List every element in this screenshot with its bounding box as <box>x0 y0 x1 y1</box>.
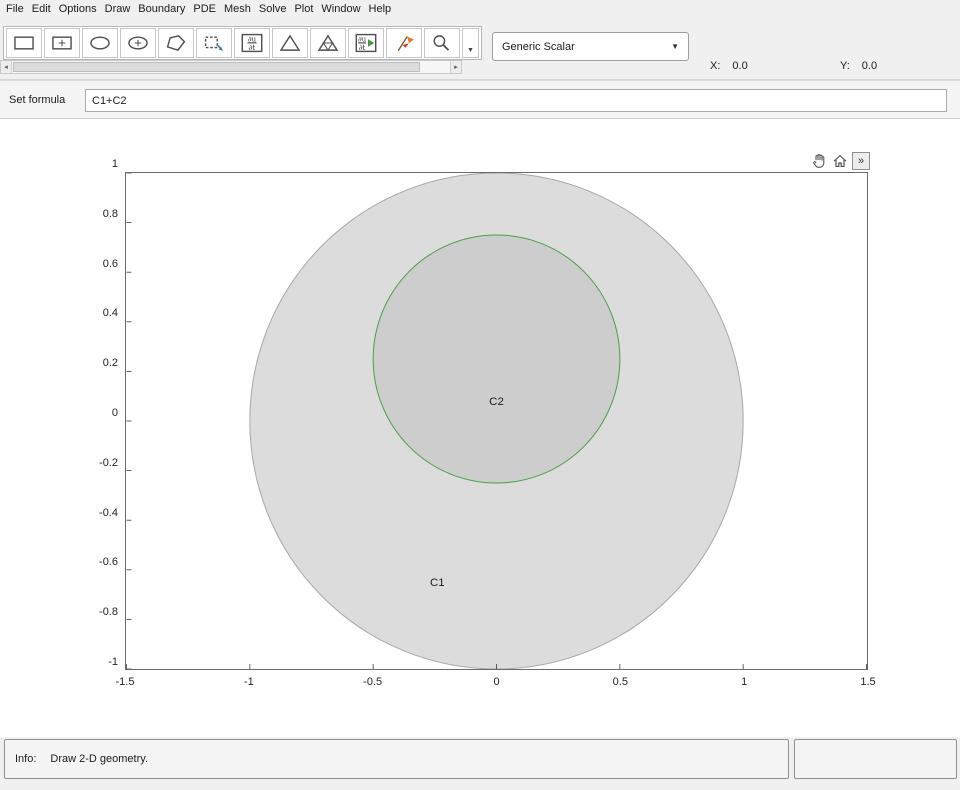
x-coordinate-readout: X: 0.0 <box>710 60 748 72</box>
y-tick-label: -0.4 <box>72 507 118 519</box>
y-coordinate-readout: Y: 0.0 <box>840 60 877 72</box>
draw-ellipse-tool-button[interactable] <box>82 28 118 58</box>
axes-toolbar: » <box>810 152 870 170</box>
scrollbar-left-arrow-icon[interactable]: ◂ <box>1 61 12 73</box>
menu-file[interactable]: File <box>2 0 28 19</box>
menu-solve[interactable]: Solve <box>255 0 291 19</box>
rectangle-icon <box>11 32 37 54</box>
menu-boundary[interactable]: Boundary <box>134 0 189 19</box>
toolbar-scrollbar[interactable]: ◂ ▸ <box>0 60 462 74</box>
toolbar: ∂u ∂t ∂u ∂t <box>0 19 960 80</box>
pde-mode-tool-button[interactable]: ∂u ∂t <box>234 28 270 58</box>
set-formula-input[interactable] <box>85 89 947 112</box>
y-tick-label: 0.8 <box>72 208 118 220</box>
expand-chevrons-icon: » <box>858 155 864 167</box>
y-axis-tick-labels: 10.80.60.40.20-0.2-0.4-0.6-0.8-1 <box>72 165 118 663</box>
mesh-triangle-icon <box>277 32 303 54</box>
boundary-mode-icon <box>201 32 227 54</box>
set-formula-label: Set formula <box>9 81 65 119</box>
menu-pde[interactable]: PDE <box>189 0 220 19</box>
magnifier-icon <box>429 32 455 54</box>
x-axis-tick-labels: -1.5-1-0.500.511.5 <box>125 676 868 690</box>
y-tick-label: -0.6 <box>72 556 118 568</box>
x-tick-label: 0 <box>493 676 499 688</box>
x-tick-label: 1.5 <box>860 676 875 688</box>
status-bar: Info: Draw 2-D geometry. <box>0 737 960 790</box>
y-tick-label: 0.6 <box>72 258 118 270</box>
y-tick-label: 0.2 <box>72 357 118 369</box>
ellipse-center-icon <box>125 32 151 54</box>
scrollbar-track[interactable] <box>12 61 450 73</box>
boundary-mode-tool-button[interactable] <box>196 28 232 58</box>
mesh-mode-tool-button[interactable] <box>272 28 308 58</box>
ellipse-icon <box>87 32 113 54</box>
y-tick-label: -1 <box>72 656 118 668</box>
plot-solution-icon <box>391 32 417 54</box>
draw-rectangle-center-tool-button[interactable] <box>44 28 80 58</box>
x-tick-label: 1 <box>741 676 747 688</box>
home-button[interactable] <box>831 152 849 170</box>
plot-canvas: » C1 C2 -1.5 -1 -0.5 0 0.5 1 1.5 1 0.8 0.6 0.4 0.2 0… <box>0 119 960 737</box>
x-coord-label: X: <box>710 60 720 72</box>
x-tick-label: -1.5 <box>116 676 135 688</box>
draw-ellipse-center-tool-button[interactable] <box>120 28 156 58</box>
pde-equation-icon: ∂u ∂t <box>239 32 265 54</box>
refine-mesh-tool-button[interactable] <box>310 28 346 58</box>
y-tick-label: 0 <box>72 407 118 419</box>
chevron-down-icon: ▼ <box>671 42 679 51</box>
x-coord-value: 0.0 <box>732 60 747 72</box>
pan-hand-icon <box>811 153 827 169</box>
menu-edit[interactable]: Edit <box>28 0 55 19</box>
menu-plot[interactable]: Plot <box>290 0 317 19</box>
rectangle-center-icon <box>49 32 75 54</box>
pde-modeler-window: FileEditOptionsDrawBoundaryPDEMeshSolveP… <box>0 0 960 790</box>
geometry-shape-C2[interactable] <box>373 235 620 483</box>
x-tick-label: -0.5 <box>363 676 382 688</box>
expand-axes-toolbar-button[interactable]: » <box>852 152 870 170</box>
svg-text:∂t: ∂t <box>359 43 366 52</box>
status-info-message: Draw 2-D geometry. <box>50 753 148 765</box>
menu-help[interactable]: Help <box>365 0 396 19</box>
menu-mesh[interactable]: Mesh <box>220 0 255 19</box>
y-coord-value: 0.0 <box>862 60 877 72</box>
scrollbar-right-arrow-icon[interactable]: ▸ <box>450 61 461 73</box>
y-tick-label: 1 <box>72 158 118 170</box>
status-aux-box <box>794 739 957 779</box>
tool-strip: ∂u ∂t ∂u ∂t <box>3 26 482 60</box>
plot-solution-tool-button[interactable] <box>386 28 422 58</box>
y-tick-label: 0.4 <box>72 307 118 319</box>
pan-button[interactable] <box>810 152 828 170</box>
scrollbar-thumb[interactable] <box>13 62 420 72</box>
shape-label-C1: C1 <box>430 577 445 589</box>
solve-pde-icon: ∂u ∂t <box>353 32 379 54</box>
refine-mesh-icon <box>315 32 341 54</box>
draw-rectangle-tool-button[interactable] <box>6 28 42 58</box>
polygon-icon <box>163 32 189 54</box>
menu-window[interactable]: Window <box>317 0 364 19</box>
menu-draw[interactable]: Draw <box>101 0 135 19</box>
pde-type-dropdown[interactable]: Generic Scalar ▼ <box>492 32 689 61</box>
formula-bar: Set formula <box>0 80 960 119</box>
solve-pde-tool-button[interactable]: ∂u ∂t <box>348 28 384 58</box>
y-coord-label: Y: <box>840 60 850 72</box>
home-icon <box>832 153 848 169</box>
x-tick-label: 0.5 <box>613 676 628 688</box>
tool-overflow-dropdown-button[interactable]: ▼ <box>462 28 479 58</box>
menu-bar: FileEditOptionsDrawBoundaryPDEMeshSolveP… <box>0 0 960 19</box>
plot-axes[interactable]: C1 C2 <box>125 172 868 670</box>
draw-polygon-tool-button[interactable] <box>158 28 194 58</box>
y-tick-label: -0.2 <box>72 457 118 469</box>
menu-options[interactable]: Options <box>55 0 101 19</box>
y-tick-label: -0.8 <box>72 606 118 618</box>
shape-label-C2: C2 <box>489 396 504 408</box>
status-info-label: Info: <box>15 753 36 765</box>
chevron-down-icon: ▼ <box>467 47 474 54</box>
zoom-tool-button[interactable] <box>424 28 460 58</box>
status-info-box: Info: Draw 2-D geometry. <box>4 739 789 779</box>
svg-text:∂t: ∂t <box>249 43 256 52</box>
x-tick-label: -1 <box>244 676 254 688</box>
geometry-svg: C1 C2 <box>126 173 867 669</box>
pde-type-value: Generic Scalar <box>502 41 575 53</box>
